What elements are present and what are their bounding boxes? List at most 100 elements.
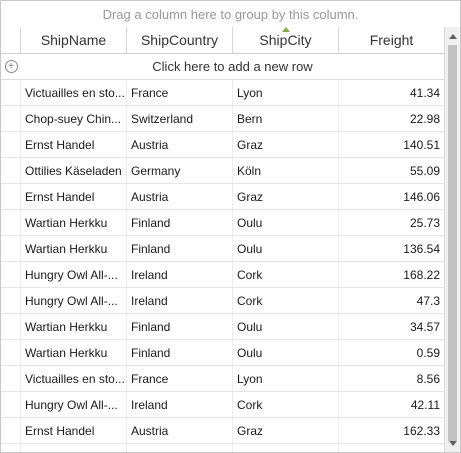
scroll-up-button[interactable] xyxy=(445,29,460,43)
cell-shipcountry[interactable]: Finland xyxy=(127,340,233,365)
cell-shipname[interactable]: Ernst Handel xyxy=(21,184,127,209)
cell-shipname[interactable]: Wartian Herkku xyxy=(21,314,127,339)
table-row[interactable]: Wartian Herkku Finland Oulu 136.54 xyxy=(1,236,444,262)
cell-shipcity[interactable]: Cork xyxy=(233,288,339,313)
cell-shipcountry[interactable]: Ireland xyxy=(127,288,233,313)
cell-shipname[interactable]: Ernst Handel xyxy=(21,418,127,443)
cell-shipcountry[interactable]: Finland xyxy=(127,314,233,339)
row-indicator[interactable] xyxy=(1,236,21,261)
table-row[interactable]: Wartian Herkku Finland Oulu 0.59 xyxy=(1,340,444,366)
table-row[interactable]: Hungry Owl All-... Ireland Cork 168.22 xyxy=(1,262,444,288)
cell-freight[interactable]: 34.57 xyxy=(339,314,444,339)
cell-shipname[interactable]: Hungry Owl All-... xyxy=(21,288,127,313)
cell-shipcountry[interactable]: Ireland xyxy=(127,262,233,287)
cell-shipcountry[interactable]: Switzerland xyxy=(127,106,233,131)
row-indicator[interactable] xyxy=(1,418,21,443)
cell-freight[interactable]: 140.51 xyxy=(339,132,444,157)
cell-shipname[interactable]: Victuailles en sto... xyxy=(21,80,127,105)
cell-shipname[interactable]: Wartian Herkku xyxy=(21,340,127,365)
cell-freight[interactable]: 168.22 xyxy=(339,262,444,287)
row-indicator[interactable] xyxy=(1,444,21,452)
table-row[interactable]: Ernst Handel Austria Graz 146.06 xyxy=(1,184,444,210)
column-header-freight[interactable]: Freight xyxy=(339,27,444,53)
cell-shipname[interactable]: Ernst Handel xyxy=(21,132,127,157)
table-row[interactable]: Ernst HandelAustriaGraz101.95 xyxy=(1,444,444,453)
cell-shipname[interactable]: Hungry Owl All-... xyxy=(21,262,127,287)
row-indicator[interactable] xyxy=(1,184,21,209)
cell-shipname[interactable]: Chop-suey Chin... xyxy=(21,106,127,131)
cell-shipcountry[interactable]: Austria xyxy=(127,418,233,443)
table-row[interactable]: Victuailles en sto... France Lyon 8.56 xyxy=(1,366,444,392)
cell-shipname[interactable]: Ottilies Käseladen xyxy=(21,158,127,183)
cell-freight[interactable]: 101.95 xyxy=(339,444,444,453)
table-row[interactable]: Wartian Herkku Finland Oulu 34.57 xyxy=(1,314,444,340)
cell-shipcountry[interactable]: Austria xyxy=(127,184,233,209)
cell-freight[interactable]: 162.33 xyxy=(339,418,444,443)
row-indicator[interactable] xyxy=(1,314,21,339)
cell-shipcity[interactable]: Graz xyxy=(233,418,339,443)
cell-freight[interactable]: 0.59 xyxy=(339,340,444,365)
cell-shipcountry[interactable]: Austria xyxy=(127,132,233,157)
scroll-down-button[interactable] xyxy=(445,436,460,450)
column-header-shipname[interactable]: ShipName xyxy=(21,27,127,53)
table-row[interactable]: Chop-suey Chin... Switzerland Bern 22.98 xyxy=(1,106,444,132)
cell-shipcity[interactable]: Lyon xyxy=(233,80,339,105)
row-indicator[interactable] xyxy=(1,262,21,287)
cell-freight[interactable]: 22.98 xyxy=(339,106,444,131)
row-indicator[interactable] xyxy=(1,158,21,183)
group-by-panel[interactable]: Drag a column here to group by this colu… xyxy=(1,1,460,28)
cell-freight[interactable]: 146.06 xyxy=(339,184,444,209)
cell-shipcity[interactable]: Oulu xyxy=(233,236,339,261)
cell-shipcountry[interactable]: France xyxy=(127,80,233,105)
cell-shipname[interactable]: Wartian Herkku xyxy=(21,236,127,261)
row-indicator[interactable] xyxy=(1,132,21,157)
cell-shipcountry[interactable]: Ireland xyxy=(127,392,233,417)
cell-shipcity[interactable]: Oulu xyxy=(233,340,339,365)
cell-shipcountry[interactable]: Finland xyxy=(127,236,233,261)
cell-freight[interactable]: 55.09 xyxy=(339,158,444,183)
row-indicator[interactable] xyxy=(1,366,21,391)
cell-shipcountry[interactable]: France xyxy=(127,366,233,391)
table-row[interactable]: Hungry Owl All-... Ireland Cork 42.11 xyxy=(1,392,444,418)
cell-shipcity[interactable]: Lyon xyxy=(233,366,339,391)
cell-shipcity[interactable]: Oulu xyxy=(233,210,339,235)
cell-shipcity[interactable]: Bern xyxy=(233,106,339,131)
cell-shipname[interactable]: Ernst Handel xyxy=(21,444,127,452)
cell-freight[interactable]: 41.34 xyxy=(339,80,444,105)
row-indicator[interactable] xyxy=(1,210,21,235)
row-indicator[interactable] xyxy=(1,288,21,313)
cell-freight[interactable]: 8.56 xyxy=(339,366,444,391)
cell-shipcountry[interactable]: Germany xyxy=(127,158,233,183)
table-row[interactable]: Hungry Owl All-... Ireland Cork 47.3 xyxy=(1,288,444,314)
vertical-scrollbar[interactable] xyxy=(444,27,460,452)
cell-freight[interactable]: 42.11 xyxy=(339,392,444,417)
cell-shipcity[interactable]: Graz xyxy=(233,132,339,157)
cell-freight[interactable]: 25.73 xyxy=(339,210,444,235)
table-row[interactable]: Victuailles en sto... France Lyon 41.34 xyxy=(1,80,444,106)
cell-shipname[interactable]: Wartian Herkku xyxy=(21,210,127,235)
cell-shipcity[interactable]: Cork xyxy=(233,262,339,287)
row-indicator[interactable] xyxy=(1,106,21,131)
row-indicator[interactable] xyxy=(1,80,21,105)
column-header-shipcountry[interactable]: ShipCountry xyxy=(127,27,233,53)
table-row[interactable]: Ernst Handel Austria Graz 140.51 xyxy=(1,132,444,158)
cell-shipcountry[interactable]: Finland xyxy=(127,210,233,235)
table-row[interactable]: Ottilies Käseladen Germany Köln 55.09 xyxy=(1,158,444,184)
row-indicator[interactable] xyxy=(1,392,21,417)
row-indicator[interactable] xyxy=(1,340,21,365)
scroll-thumb[interactable] xyxy=(448,45,457,441)
cell-freight[interactable]: 47.3 xyxy=(339,288,444,313)
cell-shipcity[interactable]: Graz xyxy=(233,184,339,209)
cell-freight[interactable]: 136.54 xyxy=(339,236,444,261)
column-header-shipcity[interactable]: ShipCity xyxy=(233,27,339,53)
cell-shipcountry[interactable]: Austria xyxy=(127,444,233,452)
cell-shipcity[interactable]: Graz xyxy=(233,444,339,452)
table-row[interactable]: Ernst Handel Austria Graz 162.33 xyxy=(1,418,444,444)
table-row[interactable]: Wartian Herkku Finland Oulu 25.73 xyxy=(1,210,444,236)
cell-shipname[interactable]: Victuailles en sto... xyxy=(21,366,127,391)
cell-shipcity[interactable]: Köln xyxy=(233,158,339,183)
add-new-row[interactable]: + Click here to add a new row xyxy=(1,54,444,80)
cell-shipcity[interactable]: Cork xyxy=(233,392,339,417)
cell-shipcity[interactable]: Oulu xyxy=(233,314,339,339)
cell-shipname[interactable]: Hungry Owl All-... xyxy=(21,392,127,417)
